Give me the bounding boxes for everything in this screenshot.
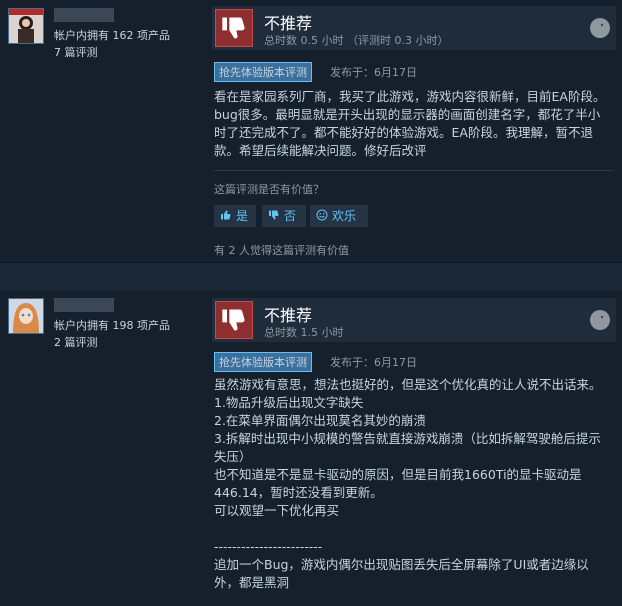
smile-icon: [316, 205, 328, 227]
posted-date: 发布于：6月17日: [330, 66, 417, 79]
early-access-badge: 抢先体验版本评测: [214, 352, 312, 372]
steam-icon: [590, 310, 610, 330]
steam-icon: [590, 18, 610, 38]
review-line: 虽然游戏有意思，想法也挺好的，但是这个优化真的让人说不出话来。: [214, 377, 602, 392]
review-card: 帐户内拥有 198 项产品 2 篇评测 不推荐 总时数 1.5 小时 抢先体验版…: [0, 290, 622, 606]
vote-yes-button[interactable]: 是: [214, 205, 256, 227]
thumbs-up-icon: [220, 205, 232, 227]
review-paragraph: 看在是家园系列厂商，我买了此游戏，游戏内容很新鲜，目前EA阶段。bug很多。最明…: [214, 89, 606, 158]
playtime: 总时数 1.5 小时: [264, 326, 344, 339]
avatar[interactable]: [8, 298, 44, 334]
divider: [214, 170, 614, 171]
reviewer-info: 帐户内拥有 198 项产品 2 篇评测: [0, 290, 205, 606]
review-main: 不推荐 总时数 0.5 小时 （评测时 0.3 小时） 抢先体验版本评测 发布于…: [212, 0, 622, 262]
review-line: 1.物品升级后出现文字缺失: [214, 395, 364, 410]
review-line: 也不知道是不是显卡驱动的原因，但是目前我1660Ti的显卡驱动是446.14，暂…: [214, 467, 582, 500]
products-owned[interactable]: 帐户内拥有 162 项产品: [54, 27, 170, 43]
review-line: 可以观望一下优化再买: [214, 503, 340, 518]
reviewer-info: 帐户内拥有 162 项产品 7 篇评测: [0, 0, 205, 262]
review-main: 不推荐 总时数 1.5 小时 抢先体验版本评测 发布于：6月17日 虽然游戏有意…: [212, 290, 622, 606]
review-line: 2.在菜单界面偶尔出现莫名其妙的崩溃: [214, 413, 426, 428]
review-header[interactable]: 不推荐 总时数 0.5 小时 （评测时 0.3 小时）: [212, 6, 616, 50]
thumbs-down-icon: [268, 205, 280, 227]
vote-funny-label: 欢乐: [332, 209, 357, 223]
helpful-count: 有 2 人觉得这篇评测有价值: [214, 244, 349, 257]
reviews-count[interactable]: 2 篇评测: [54, 334, 98, 350]
vote-no-label: 否: [284, 209, 297, 223]
thumbs-down-icon: [215, 301, 253, 339]
avatar[interactable]: [8, 8, 44, 44]
review-header[interactable]: 不推荐 总时数 1.5 小时: [212, 298, 616, 342]
products-owned[interactable]: 帐户内拥有 198 项产品: [54, 317, 170, 333]
vote-yes-label: 是: [236, 209, 249, 223]
vote-funny-button[interactable]: 欢乐: [310, 205, 368, 227]
early-access-badge: 抢先体验版本评测: [214, 62, 312, 82]
review-line: 3.拆解时出现中小规模的警告就直接游戏崩溃（比如拆解驾驶舱后提示失压）: [214, 431, 601, 464]
posted-date: 发布于：6月17日: [330, 356, 417, 369]
reviewer-name-blurred[interactable]: [54, 8, 114, 22]
helpful-question: 这篇评测是否有价值？: [214, 183, 324, 196]
review-line: 追加一个Bug，游戏内偶尔出现贴图丢失后全屏幕除了UI或者边缘以外，都是黑洞: [214, 557, 589, 590]
review-verdict: 不推荐: [264, 14, 313, 33]
thumbs-down-icon: [215, 9, 253, 47]
review-text: 虽然游戏有意思，想法也挺好的，但是这个优化真的让人说不出话来。 1.物品升级后出…: [214, 376, 612, 592]
reviewer-name-blurred[interactable]: [54, 298, 114, 312]
reviews-count[interactable]: 7 篇评测: [54, 44, 98, 60]
review-text: 看在是家园系列厂商，我买了此游戏，游戏内容很新鲜，目前EA阶段。bug很多。最明…: [214, 88, 612, 160]
review-verdict: 不推荐: [264, 306, 313, 325]
review-card: 帐户内拥有 162 项产品 7 篇评测 不推荐 总时数 0.5 小时 （评测时 …: [0, 0, 622, 263]
review-separator: [0, 263, 622, 290]
playtime: 总时数 0.5 小时 （评测时 0.3 小时）: [264, 34, 449, 47]
review-line: ------------------------: [214, 539, 323, 554]
vote-no-button[interactable]: 否: [262, 205, 306, 227]
review-line: [214, 520, 612, 538]
